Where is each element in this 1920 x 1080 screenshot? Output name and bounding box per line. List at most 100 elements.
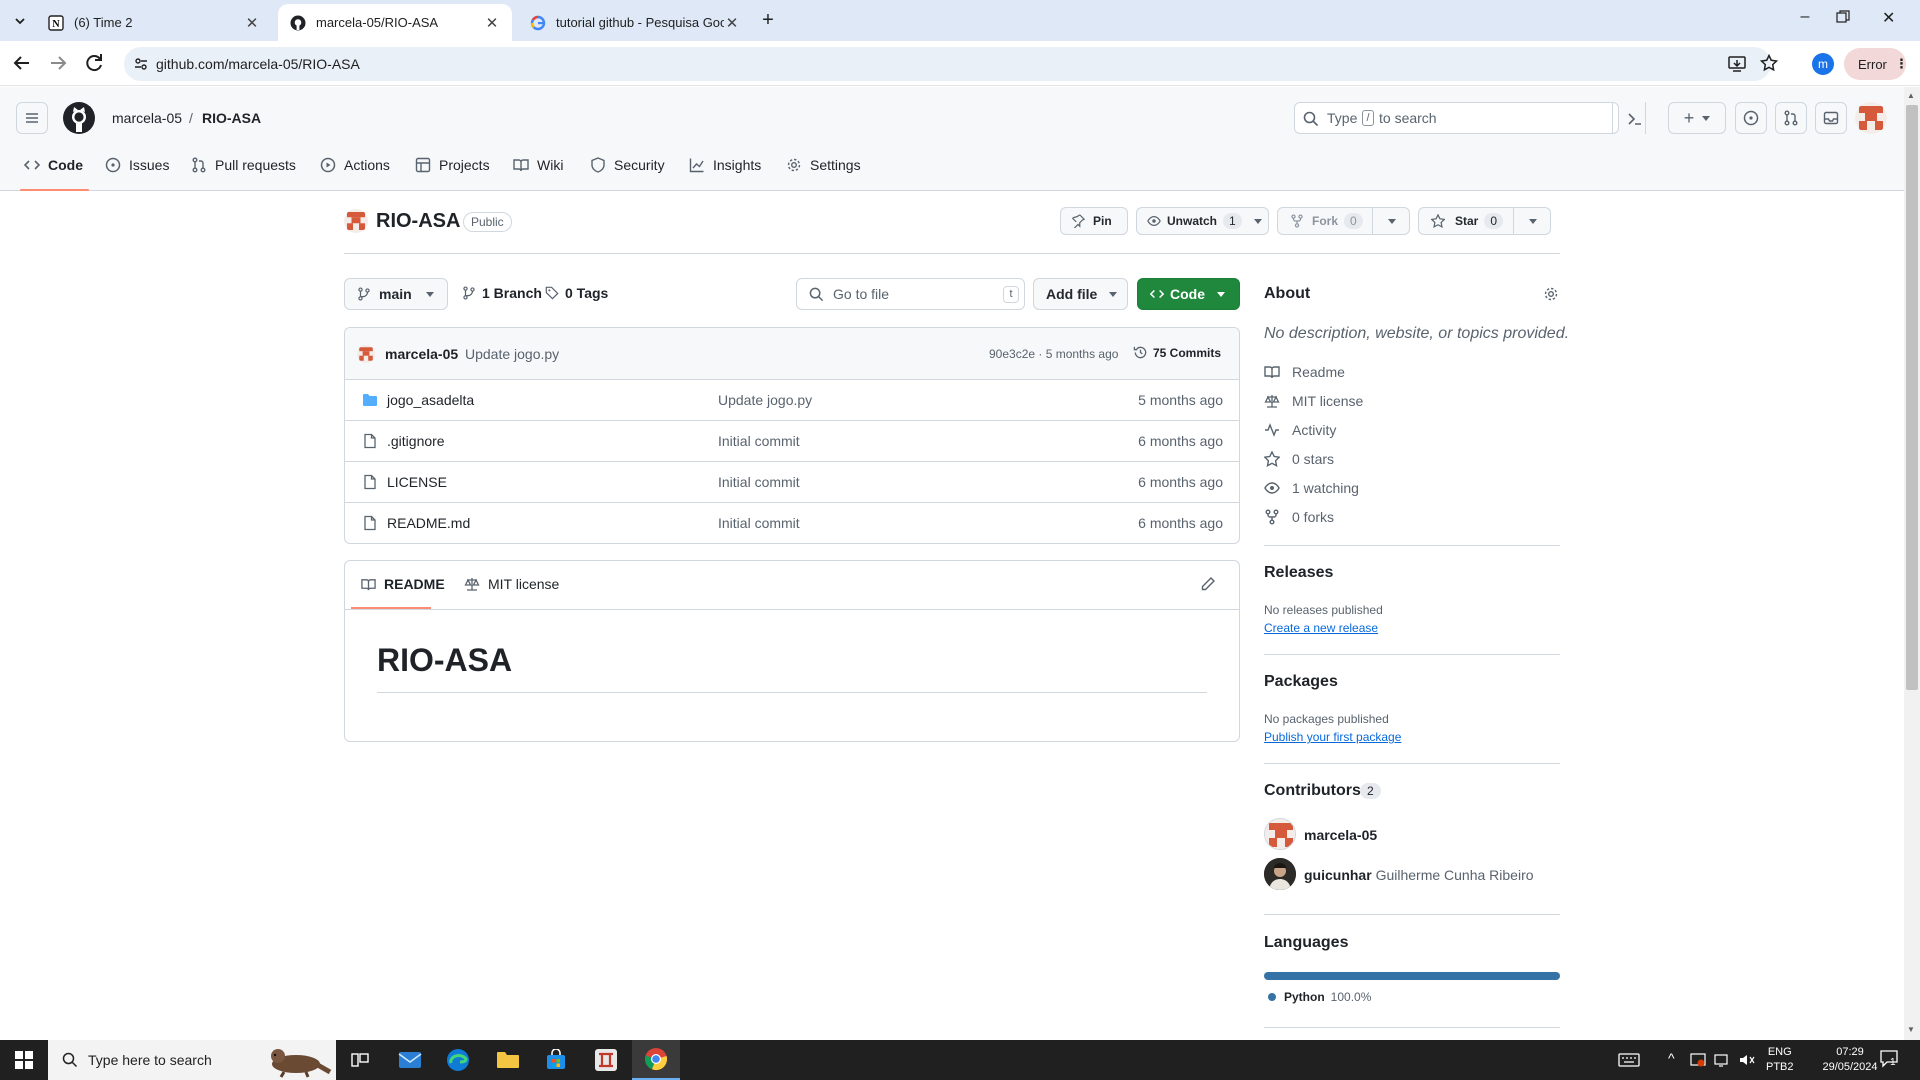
address-bar[interactable]: github.com/marcela-05/RIO-ASA <box>124 47 1778 81</box>
about-stars-link[interactable]: 0 stars <box>1264 451 1334 467</box>
triangle-down-icon[interactable] <box>1529 217 1537 225</box>
language-entry[interactable]: Python 100.0% <box>1268 990 1371 1004</box>
repo-title[interactable]: RIO-ASA <box>376 210 460 233</box>
releases-title[interactable]: Releases <box>1264 564 1333 582</box>
tab-issues[interactable]: Issues <box>105 147 169 183</box>
minimize-button[interactable]: – <box>1790 8 1820 32</box>
inbox-button[interactable] <box>1815 102 1847 134</box>
issues-button[interactable] <box>1735 102 1767 134</box>
reload-button[interactable] <box>82 51 106 75</box>
contributor-avatar[interactable] <box>1264 818 1296 850</box>
about-readme-link[interactable]: Readme <box>1264 364 1345 380</box>
file-row[interactable]: LICENSE Initial commit 6 months ago <box>345 462 1239 503</box>
about-forks-link[interactable]: 0 forks <box>1264 509 1334 525</box>
about-activity-link[interactable]: Activity <box>1264 422 1336 438</box>
contributor-login[interactable]: marcela-05 <box>1304 827 1377 843</box>
gear-icon[interactable] <box>1543 286 1559 302</box>
github-logo[interactable] <box>63 102 95 134</box>
about-watching-link[interactable]: 1 watching <box>1264 480 1359 496</box>
global-menu-button[interactable] <box>16 102 48 134</box>
keyboard-icon[interactable] <box>1618 1052 1640 1068</box>
taskbar-search-box[interactable]: Type here to search <box>48 1040 336 1080</box>
taskbar-chrome[interactable] <box>632 1040 680 1080</box>
scroll-up-arrow[interactable]: ▲ <box>1907 91 1915 100</box>
file-commit-message[interactable]: Initial commit <box>718 433 800 449</box>
file-commit-message[interactable]: Initial commit <box>718 515 800 531</box>
profile-avatar[interactable]: m <box>1812 53 1834 75</box>
file-row[interactable]: .gitignore Initial commit 6 months ago <box>345 421 1239 462</box>
page-scrollbar[interactable]: ▲ ▼ <box>1904 87 1920 1040</box>
clock[interactable]: 07:29 29/05/2024 <box>1810 1045 1890 1075</box>
tab-actions[interactable]: Actions <box>320 147 390 183</box>
file-name[interactable]: LICENSE <box>387 474 447 490</box>
readme-tab[interactable]: README <box>361 576 445 592</box>
restore-button[interactable] <box>1836 10 1866 34</box>
breadcrumb-owner[interactable]: marcela-05 <box>112 110 182 126</box>
commit-author-avatar[interactable] <box>357 345 375 363</box>
tab-code[interactable]: Code <box>20 147 89 191</box>
file-name[interactable]: .gitignore <box>387 433 445 449</box>
site-info-icon[interactable] <box>134 57 148 71</box>
tab-pull-requests[interactable]: Pull requests <box>191 147 296 183</box>
file-name[interactable]: README.md <box>387 515 470 531</box>
browser-tab-google[interactable]: tutorial github - Pesquisa Goog ✕ <box>518 4 752 41</box>
scrollbar-thumb[interactable] <box>1906 105 1918 690</box>
tab-projects[interactable]: Projects <box>415 147 490 183</box>
unwatch-button[interactable]: Unwatch 1 <box>1136 207 1269 235</box>
tab-settings[interactable]: Settings <box>786 147 861 183</box>
user-avatar[interactable] <box>1855 102 1887 134</box>
network-icon[interactable] <box>1714 1052 1732 1068</box>
taskbar-edge[interactable] <box>434 1040 482 1080</box>
commit-author[interactable]: marcela-05 <box>385 346 458 362</box>
tab-search-button[interactable] <box>8 9 32 33</box>
file-row[interactable]: README.md Initial commit 6 months ago <box>345 503 1239 544</box>
commit-meta[interactable]: 90e3c2e · 5 months ago <box>989 347 1118 361</box>
tab-security[interactable]: Security <box>590 147 665 183</box>
tab-insights[interactable]: Insights <box>689 147 761 183</box>
search-input[interactable]: Type / to search <box>1294 102 1641 134</box>
new-tab-button[interactable]: + <box>756 8 780 32</box>
close-icon[interactable]: ✕ <box>244 14 260 32</box>
license-tab[interactable]: MIT license <box>464 576 559 592</box>
volume-icon[interactable] <box>1738 1052 1756 1068</box>
tags-link[interactable]: 0 Tags <box>545 285 608 301</box>
defender-icon[interactable] <box>1690 1052 1706 1068</box>
packages-title[interactable]: Packages <box>1264 673 1338 691</box>
file-commit-message[interactable]: Update jogo.py <box>718 392 812 408</box>
branch-selector[interactable]: main <box>344 278 448 310</box>
browser-tab-github[interactable]: marcela-05/RIO-ASA ✕ <box>278 4 512 41</box>
error-chip[interactable]: Error ⋮ <box>1844 48 1908 80</box>
code-button[interactable]: Code <box>1137 278 1240 310</box>
go-to-file-input[interactable]: Go to file t <box>796 278 1025 310</box>
file-row[interactable]: jogo_asadelta Update jogo.py 5 months ag… <box>345 380 1239 421</box>
commits-link[interactable]: 75 Commits <box>1133 345 1221 360</box>
forward-button[interactable] <box>46 51 70 75</box>
close-icon[interactable]: ✕ <box>484 14 500 32</box>
pin-button[interactable]: Pin <box>1060 207 1128 235</box>
chevron-up-icon[interactable]: ^ <box>1668 1050 1675 1066</box>
window-close-button[interactable]: ✕ <box>1882 8 1912 32</box>
task-view-button[interactable] <box>336 1040 384 1080</box>
contributor-avatar[interactable] <box>1264 858 1296 890</box>
language-indicator[interactable]: ENG PTB2 <box>1766 1045 1794 1075</box>
add-file-button[interactable]: Add file <box>1033 278 1128 310</box>
back-button[interactable] <box>10 51 34 75</box>
branches-link[interactable]: 1 Branch <box>462 285 542 301</box>
taskbar-store[interactable] <box>532 1040 580 1080</box>
create-new-button[interactable]: + <box>1668 102 1726 134</box>
file-name[interactable]: jogo_asadelta <box>387 392 474 408</box>
tab-wiki[interactable]: Wiki <box>513 147 563 183</box>
taskbar-app[interactable] <box>582 1040 630 1080</box>
fork-button[interactable]: Fork 0 <box>1277 207 1410 235</box>
start-button[interactable] <box>0 1040 48 1080</box>
notifications-button[interactable]: 1 <box>1880 1050 1900 1068</box>
breadcrumb-repo[interactable]: RIO-ASA <box>202 110 261 126</box>
pencil-icon[interactable] <box>1200 576 1216 592</box>
contributor-login[interactable]: guicunhar <box>1304 867 1372 883</box>
file-commit-message[interactable]: Initial commit <box>718 474 800 490</box>
taskbar-file-explorer[interactable] <box>484 1040 532 1080</box>
taskbar-mail[interactable] <box>386 1040 434 1080</box>
publish-package-link[interactable]: Publish your first package <box>1264 730 1401 744</box>
browser-tab-time2[interactable]: N (6) Time 2 ✕ <box>36 4 272 41</box>
contributors-title[interactable]: Contributors <box>1264 782 1361 800</box>
